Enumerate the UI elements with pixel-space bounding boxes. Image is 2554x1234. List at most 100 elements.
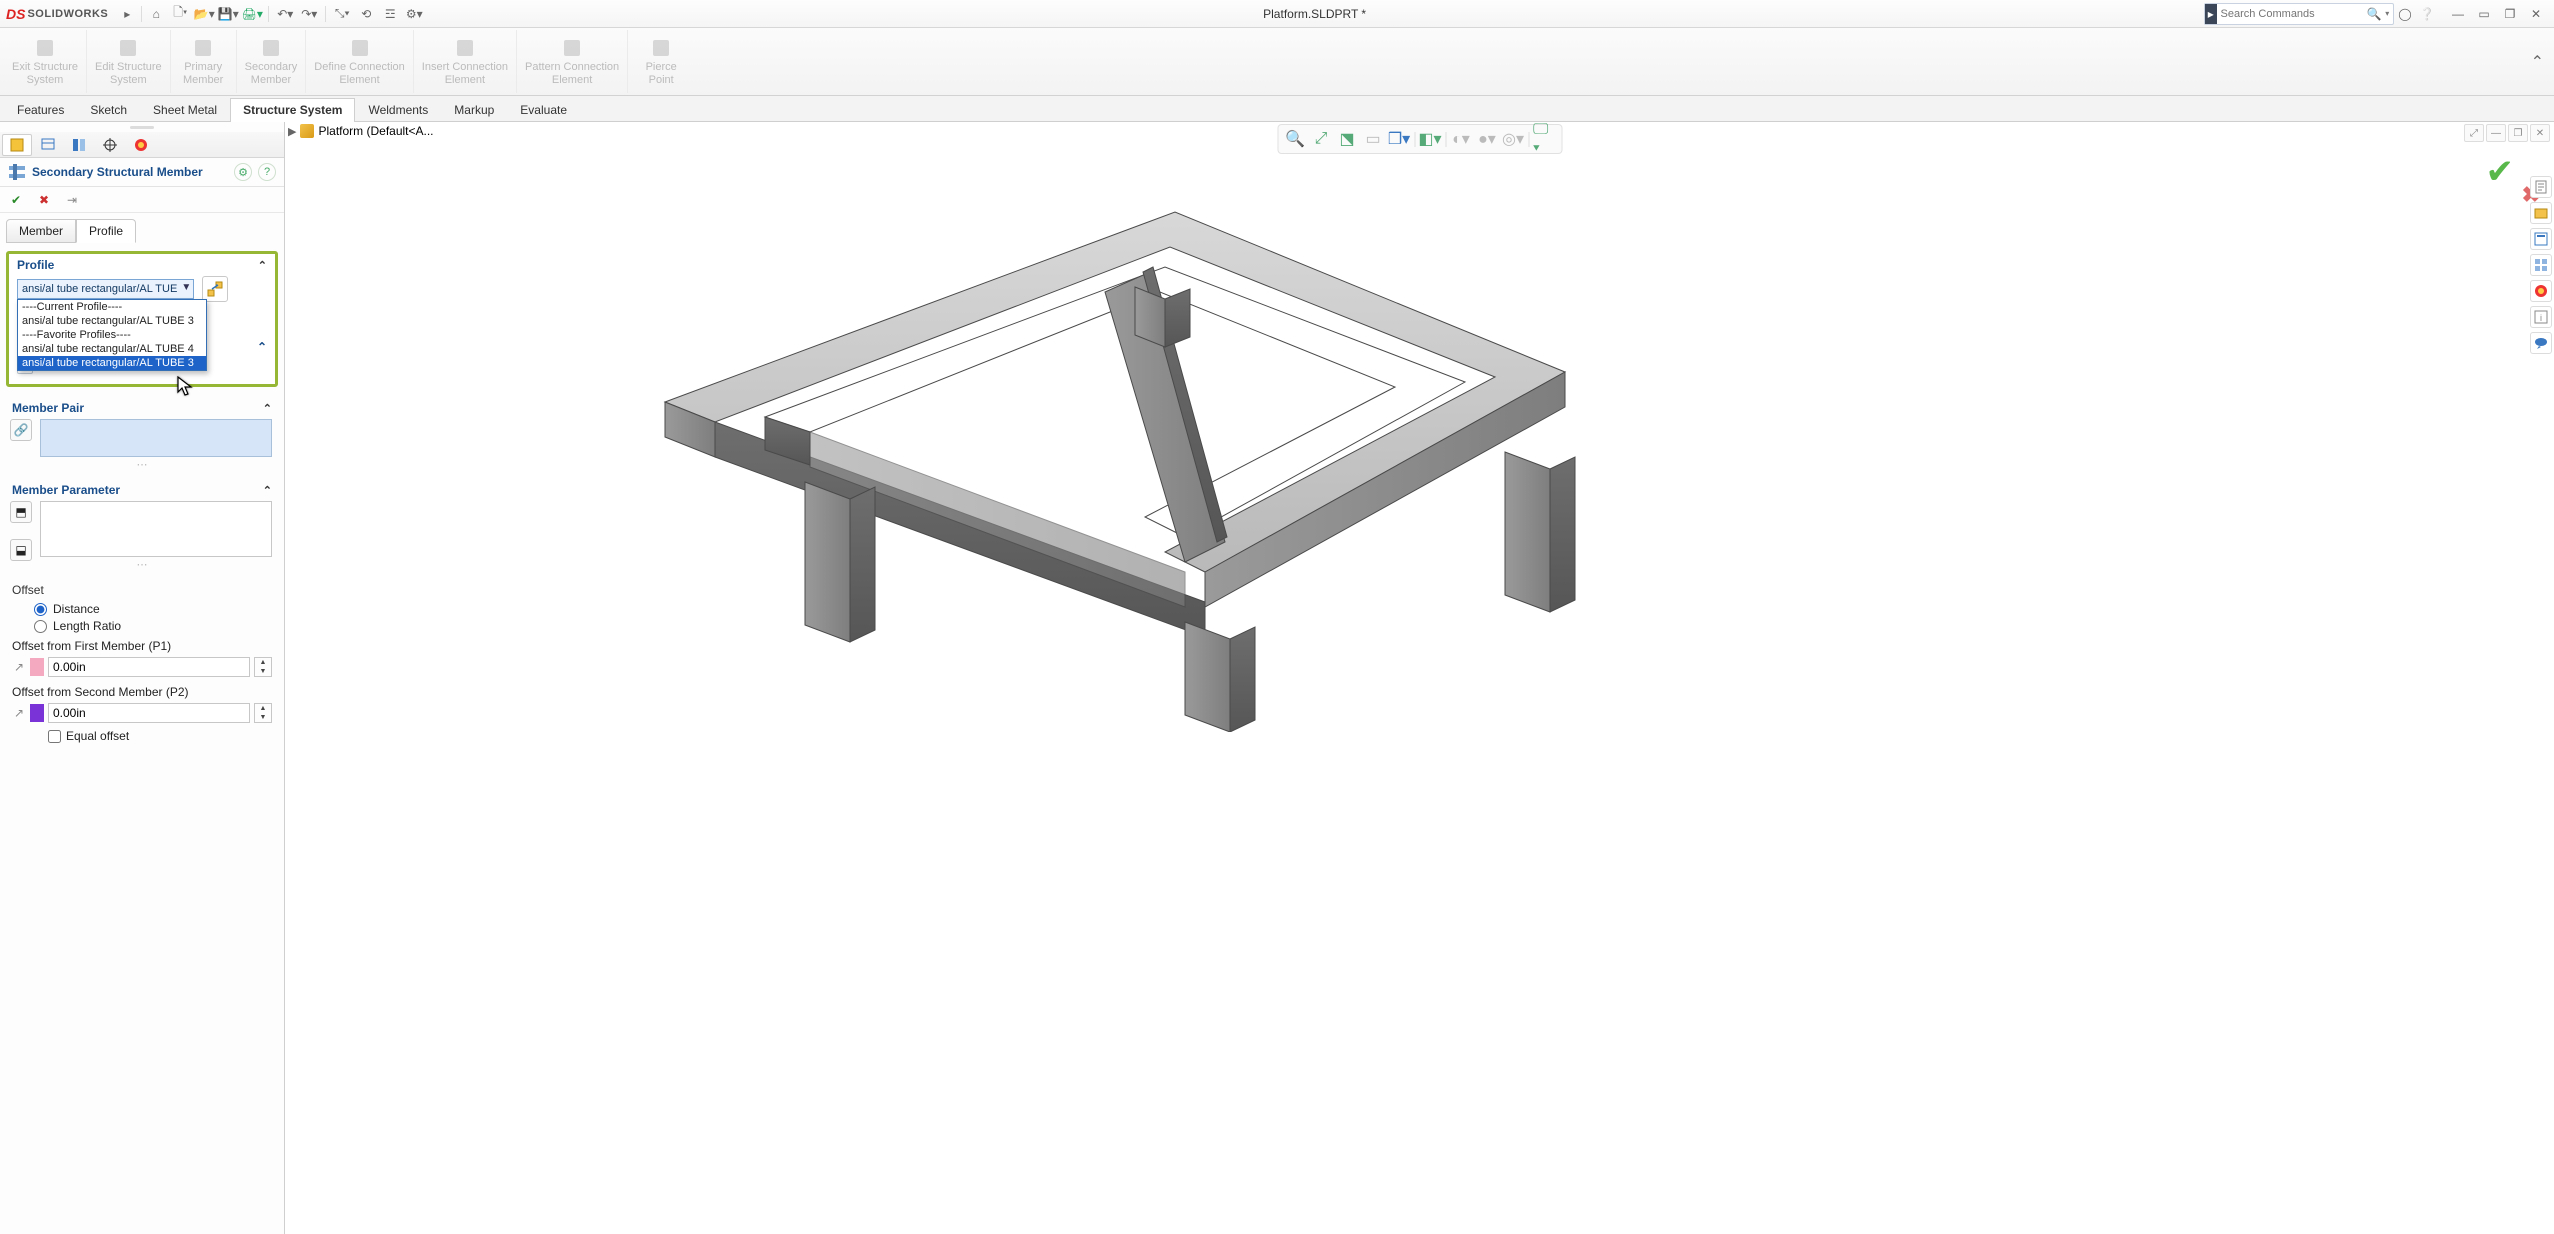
home-icon[interactable]: ⌂ — [145, 3, 167, 25]
ribbon-pattern-connection[interactable]: Pattern ConnectionElement — [517, 30, 628, 93]
taskpane-custom-props-icon[interactable]: i — [2530, 306, 2552, 328]
ribbon-pierce-point[interactable]: PiercePoint — [628, 30, 694, 93]
user-account-icon[interactable]: ◯ — [2394, 3, 2416, 25]
edit-appearance-icon[interactable]: ●▾ — [1476, 128, 1498, 150]
profile-option[interactable]: ansi/al tube rectangular/AL TUBE 3 — [18, 314, 206, 328]
offset-p1-input[interactable] — [48, 657, 250, 677]
flip-direction-p1-icon[interactable]: ↗ — [12, 660, 26, 674]
search-scope-icon[interactable]: ▸ — [2205, 4, 2217, 24]
options-list-icon[interactable]: ☲ — [379, 3, 401, 25]
parameter-remove-icon[interactable]: ⬓ — [10, 539, 32, 561]
print-icon[interactable]: 🖨▾ — [241, 3, 263, 25]
profile-dropdown[interactable]: ----Current Profile----ansi/al tube rect… — [17, 299, 207, 371]
property-manager-tab-icon[interactable] — [33, 134, 63, 156]
section-view-icon[interactable]: ▭ — [1362, 128, 1384, 150]
hide-show-icon[interactable]: ◐▾ — [1450, 128, 1472, 150]
pm-cancel-icon[interactable]: ✖ — [36, 192, 52, 208]
ribbon-collapse-icon[interactable]: ⌃ — [2531, 30, 2550, 93]
profile-combo[interactable]: ansi/al tube rectangular/AL TUE ▼ ----Cu… — [17, 279, 194, 299]
undo-icon[interactable]: ↶▾ — [274, 3, 296, 25]
display-manager-tab-icon[interactable] — [126, 134, 156, 156]
taskpane-resources-icon[interactable] — [2530, 176, 2552, 198]
context-ok-icon[interactable]: ✔ — [2486, 152, 2515, 192]
feature-tree-flyout[interactable]: ▶ Platform (Default<A... — [288, 124, 434, 138]
ribbon-secondary-member[interactable]: SecondaryMember — [237, 30, 307, 93]
equal-offset-checkbox[interactable] — [48, 730, 61, 743]
feature-manager-tab-icon[interactable] — [2, 134, 32, 156]
tab-structure-system[interactable]: Structure System — [230, 98, 355, 122]
ribbon-primary-member[interactable]: PrimaryMember — [171, 30, 237, 93]
maximize2-icon[interactable]: ▭ — [2472, 3, 2496, 25]
member-parameter-box[interactable] — [40, 501, 272, 557]
taskpane-view-palette-icon[interactable] — [2530, 254, 2552, 276]
new-file-icon[interactable]: 🗋▾ — [169, 3, 191, 25]
flip-direction-p2-icon[interactable]: ↗ — [12, 706, 26, 720]
subtab-profile[interactable]: Profile — [76, 219, 136, 243]
configuration-manager-tab-icon[interactable] — [64, 134, 94, 156]
zoom-area-icon[interactable]: ⤢ — [1310, 128, 1332, 150]
vp-popout-icon[interactable]: ⤢ — [2464, 124, 2484, 142]
settings-gear-icon[interactable]: ⚙▾ — [403, 3, 425, 25]
search-dropdown-icon[interactable]: ▾ — [2381, 9, 2393, 18]
tab-sheet-metal[interactable]: Sheet Metal — [140, 98, 230, 122]
panel-drag-handle[interactable] — [0, 122, 284, 132]
pm-ok-icon[interactable]: ✔ — [8, 192, 24, 208]
ribbon-edit-structure-system[interactable]: Edit StructureSystem — [87, 30, 171, 93]
search-icon[interactable]: 🔍 — [2367, 7, 2382, 21]
tab-features[interactable]: Features — [4, 98, 77, 122]
profile-section-header[interactable]: Profile ⌃ — [9, 254, 275, 274]
dimxpert-tab-icon[interactable] — [95, 134, 125, 156]
apply-scene-icon[interactable]: ◎▾ — [1502, 128, 1524, 150]
offset-p2-spinner[interactable]: ▲▼ — [254, 703, 272, 723]
profile-option[interactable]: ansi/al tube rectangular/AL TUBE 3 — [18, 356, 206, 370]
tab-evaluate[interactable]: Evaluate — [507, 98, 580, 122]
taskpane-design-library-icon[interactable] — [2530, 202, 2552, 224]
resize-grip-icon[interactable]: ⋯ — [4, 557, 280, 571]
collapse-caret-icon[interactable]: ⌃ — [257, 340, 267, 354]
ribbon-insert-connection[interactable]: Insert ConnectionElement — [414, 30, 517, 93]
taskpane-file-explorer-icon[interactable] — [2530, 228, 2552, 250]
ribbon-exit-structure-system[interactable]: Exit StructureSystem — [4, 30, 87, 93]
member-pair-selection-box[interactable] — [40, 419, 272, 457]
pm-settings-icon[interactable]: ⚙ — [234, 163, 252, 181]
offset-p2-input[interactable] — [48, 703, 250, 723]
pm-scroll-area[interactable]: Profile ⌃ ansi/al tube rectangular/AL TU… — [0, 243, 284, 1234]
select-icon[interactable]: ⤡▾ — [331, 3, 353, 25]
display-style-icon[interactable]: ◧▾ — [1419, 128, 1441, 150]
qat-chevron-icon[interactable]: ▸ — [116, 3, 138, 25]
restore-icon[interactable]: ❐ — [2498, 3, 2522, 25]
vp-close-icon[interactable]: ✕ — [2530, 124, 2550, 142]
zoom-fit-icon[interactable]: 🔍 — [1284, 128, 1306, 150]
resize-grip-icon[interactable]: ⋯ — [4, 457, 280, 471]
tab-markup[interactable]: Markup — [441, 98, 507, 122]
vp-minimize-icon[interactable]: — — [2486, 124, 2506, 142]
parameter-add-icon[interactable]: ⬒ — [10, 501, 32, 523]
pm-help-icon[interactable]: ? — [258, 163, 276, 181]
collapse-caret-icon[interactable]: ⌃ — [263, 484, 272, 497]
rebuild-icon[interactable]: ⟲ — [355, 3, 377, 25]
redo-icon[interactable]: ↷▾ — [298, 3, 320, 25]
tab-sketch[interactable]: Sketch — [77, 98, 140, 122]
offset-p1-spinner[interactable]: ▲▼ — [254, 657, 272, 677]
taskpane-appearances-icon[interactable] — [2530, 280, 2552, 302]
search-commands[interactable]: ▸ 🔍 ▾ — [2204, 3, 2394, 25]
tab-weldments[interactable]: Weldments — [355, 98, 441, 122]
member-pair-link-icon[interactable]: 🔗 — [10, 419, 32, 441]
member-pair-header[interactable]: Member Pair ⌃ — [4, 397, 280, 417]
minimize-icon[interactable]: — — [2446, 3, 2470, 25]
taskpane-forum-icon[interactable] — [2530, 332, 2552, 354]
flyout-expand-icon[interactable]: ▶ — [288, 125, 296, 138]
help-icon[interactable]: ❔ — [2416, 3, 2438, 25]
ribbon-define-connection[interactable]: Define ConnectionElement — [306, 30, 414, 93]
search-input[interactable] — [2217, 8, 2367, 20]
subtab-member[interactable]: Member — [6, 219, 76, 243]
chevron-down-icon[interactable]: ▼ — [181, 282, 191, 293]
previous-view-icon[interactable]: ⬔ — [1336, 128, 1358, 150]
collapse-caret-icon[interactable]: ⌃ — [258, 259, 267, 272]
graphics-viewport[interactable]: ▶ Platform (Default<A... 🔍 ⤢ ⬔ ▭ ❒▾ ◧▾ ◐… — [285, 122, 2554, 1234]
offset-distance-radio[interactable] — [34, 603, 47, 616]
pm-pushpin-icon[interactable]: ⇥ — [64, 192, 80, 208]
profile-option[interactable]: ansi/al tube rectangular/AL TUBE 4 — [18, 342, 206, 356]
save-icon[interactable]: 💾▾ — [217, 3, 239, 25]
vp-maximize-icon[interactable]: ❐ — [2508, 124, 2528, 142]
